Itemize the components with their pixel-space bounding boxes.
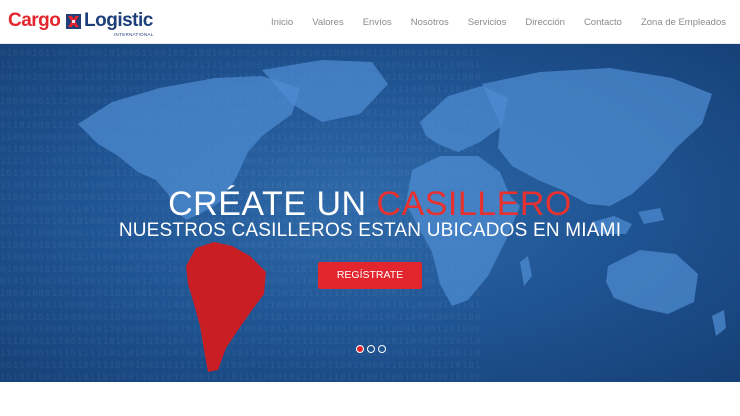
nav-inicio[interactable]: Inicio (271, 17, 293, 28)
brand-word-cargo: Cargo (8, 10, 61, 31)
brand-word-logistic: Logistic (84, 10, 153, 31)
hero-subtitle: NUESTROS CASILLEROS ESTAN UBICADOS EN MI… (118, 220, 622, 241)
register-button[interactable]: REGÍSTRATE (318, 262, 422, 289)
nav-valores[interactable]: Valores (312, 17, 344, 28)
page-bottom-area (0, 382, 740, 416)
hero-slider: 0100010110011000101000110010011001001001… (0, 44, 740, 382)
south-america-region (186, 242, 266, 372)
brand-logo[interactable]: Cargo Logistic INTERNATIONAL (8, 8, 153, 38)
nav-direccion[interactable]: Dirección (525, 17, 565, 28)
cargo-cross-logo-icon (66, 14, 81, 29)
slider-dot-3[interactable] (378, 345, 386, 353)
slider-dot-1[interactable] (356, 345, 364, 353)
nav-nosotros[interactable]: Nosotros (411, 17, 449, 28)
brand-tagline: INTERNATIONAL (114, 32, 154, 37)
nav-zona-empleados[interactable]: Zona de Empleados (641, 17, 726, 28)
hero-title-main: CRÉATE UN (168, 184, 367, 223)
hero-title-accent: CASILLERO (376, 184, 572, 223)
nav-contacto[interactable]: Contacto (584, 17, 622, 28)
top-navbar: Cargo Logistic INTERNATIONAL Inicio Valo… (0, 0, 740, 44)
nav-envios[interactable]: Envíos (363, 17, 392, 28)
hero-title: CRÉATE UN CASILLERO (0, 185, 740, 224)
nav-servicios[interactable]: Servicios (468, 17, 507, 28)
main-menu: Inicio Valores Envíos Nosotros Servicios… (252, 0, 726, 44)
slider-dot-2[interactable] (367, 345, 375, 353)
slider-dots (356, 345, 389, 353)
